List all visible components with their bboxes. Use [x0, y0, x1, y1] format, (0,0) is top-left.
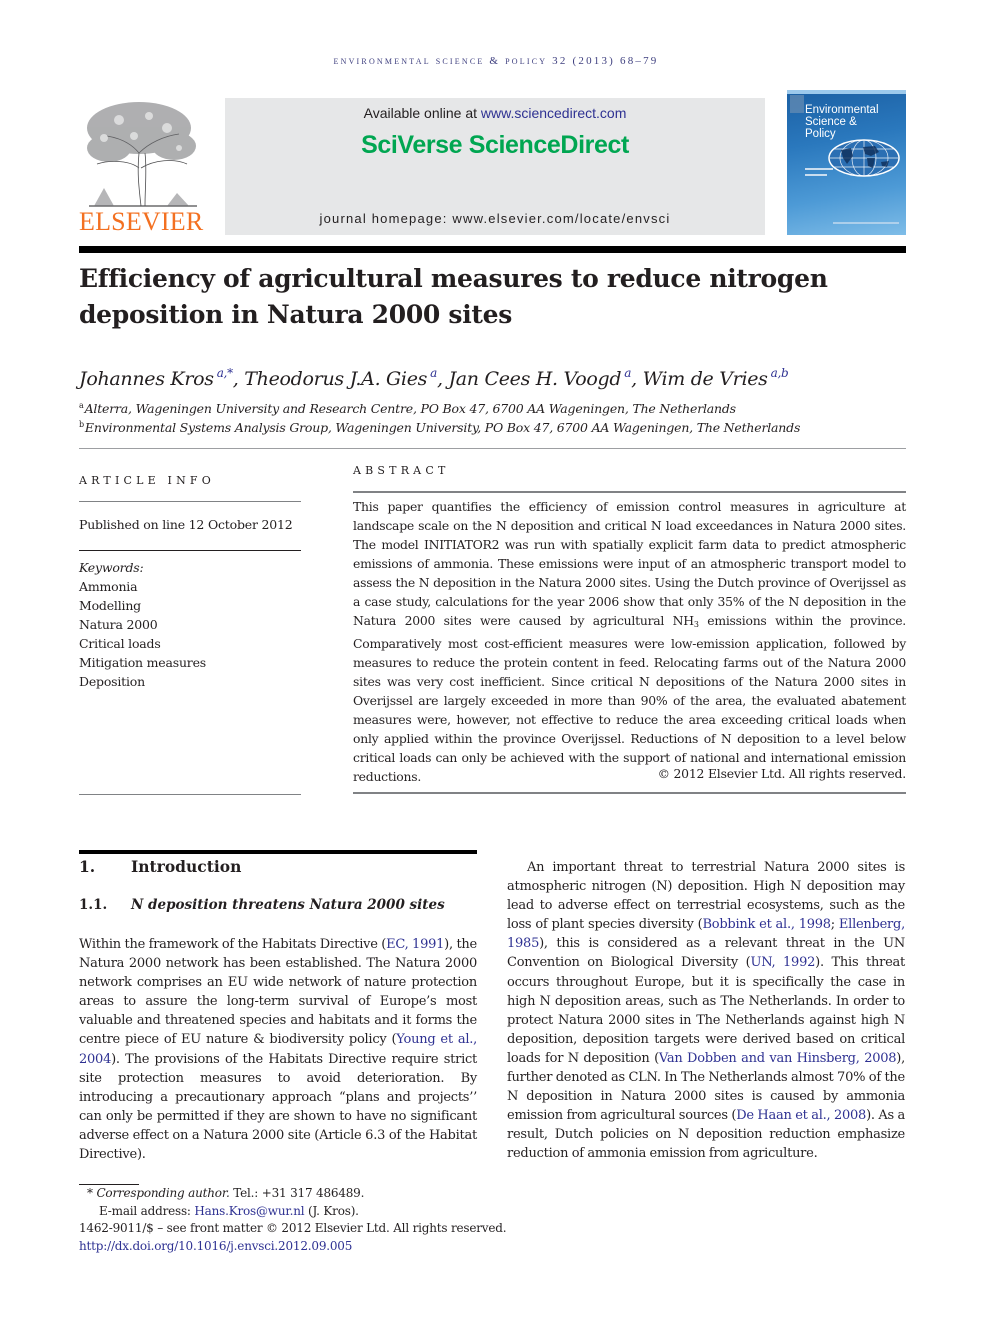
divider — [79, 501, 301, 502]
journal-cover: Environmental Science & Policy — [787, 90, 906, 235]
keyword: Ammonia — [79, 579, 138, 594]
divider — [79, 794, 301, 795]
cover-publisher-mark — [790, 95, 804, 113]
divider — [79, 550, 301, 551]
affiliation: bEnvironmental Systems Analysis Group, W… — [79, 420, 801, 435]
author: Theodorus J.A. Gies — [244, 368, 428, 390]
body-paragraph: Within the framework of the Habitats Dir… — [79, 937, 477, 1163]
email-link[interactable]: Hans.Kros@wur.nl — [194, 1204, 304, 1218]
corresponding-author-note: * Corresponding author. Tel.: +31 317 48… — [87, 1186, 365, 1200]
header-rule — [79, 246, 906, 253]
section-heading: 1. Introduction — [79, 857, 242, 876]
available-online: Available online at www.sciencedirect.co… — [363, 105, 627, 121]
author: Jan Cees H. Voogd — [448, 368, 622, 390]
author: Johannes Kros — [79, 368, 214, 390]
affiliation: aAlterra, Wageningen University and Rese… — [79, 401, 736, 416]
keyword: Deposition — [79, 674, 145, 689]
published-date: Published on line 12 October 2012 — [79, 517, 293, 532]
footnotes: * Corresponding author. Tel.: +31 317 48… — [79, 1185, 539, 1255]
keyword: Critical loads — [79, 636, 161, 651]
divider — [353, 792, 906, 794]
body-paragraph: An important threat to terrestrial Natur… — [507, 860, 906, 1162]
sciencedirect-brand: SciVerse ScienceDirect — [361, 131, 629, 159]
journal-homepage[interactable]: journal homepage: www.elsevier.com/locat… — [225, 211, 765, 226]
article-info-heading: ARTICLE INFO — [79, 474, 215, 487]
abstract-text: This paper quantifies the efficiency of … — [353, 499, 906, 784]
running-header-journal: Environmental Science & Policy — [333, 55, 548, 67]
abstract-copyright: © 2012 Elsevier Ltd. All rights reserved… — [657, 766, 907, 781]
cover-footer-line — [833, 222, 899, 224]
citation-link[interactable]: UN, 1992 — [750, 955, 815, 970]
citation-link[interactable]: EC, 1991 — [386, 937, 444, 952]
sciencedirect-link[interactable]: www.sciencedirect.com — [481, 105, 627, 121]
keyword: Natura 2000 — [79, 617, 158, 632]
keywords-list: Keywords: Ammonia Modelling Natura 2000 … — [79, 558, 206, 691]
cover-title: Environmental Science & Policy — [805, 104, 879, 140]
divider — [353, 491, 906, 493]
author: Wim de Vries — [642, 368, 768, 390]
running-header: Environmental Science & Policy 32 (2013)… — [0, 55, 992, 67]
divider — [79, 448, 906, 449]
email-note: E-mail address: Hans.Kros@wur.nl (J. Kro… — [99, 1203, 359, 1218]
keyword: Mitigation measures — [79, 655, 206, 670]
keywords-label: Keywords: — [79, 560, 144, 575]
author-affiliation-mark[interactable]: a — [430, 366, 437, 380]
globe-icon — [827, 138, 901, 178]
sciencedirect-banner: Available online at www.sciencedirect.co… — [225, 98, 765, 235]
citation-link[interactable]: De Haan et al., 2008 — [736, 1108, 866, 1123]
front-matter: 1462-9011/$ – see front matter © 2012 El… — [79, 1221, 507, 1235]
article-title: Efficiency of agricultural measures to r… — [79, 264, 828, 329]
section-rule — [79, 850, 477, 854]
subsection-heading: 1.1. N deposition threatens Natura 2000 s… — [79, 897, 445, 913]
elsevier-wordmark: ELSEVIER — [79, 207, 204, 236]
author-affiliation-mark[interactable]: a,* — [217, 366, 233, 380]
cover-stripe — [787, 90, 906, 94]
keyword: Modelling — [79, 598, 141, 613]
cover-detail — [805, 168, 833, 170]
doi-link[interactable]: http://dx.doi.org/10.1016/j.envsci.2012.… — [79, 1239, 352, 1253]
author-list: Johannes Kros a,*, Theodorus J.A. Gies a, … — [79, 366, 789, 390]
running-header-citation: 32 (2013) 68–79 — [552, 55, 659, 67]
abstract-heading: ABSTRACT — [353, 464, 450, 477]
citation-link[interactable]: Bobbink et al., 1998 — [702, 917, 831, 932]
citation-link[interactable]: Van Dobben and van Hinsberg, 2008 — [659, 1051, 897, 1066]
cover-detail — [805, 174, 827, 176]
author-affiliation-mark[interactable]: a,b — [771, 366, 789, 380]
